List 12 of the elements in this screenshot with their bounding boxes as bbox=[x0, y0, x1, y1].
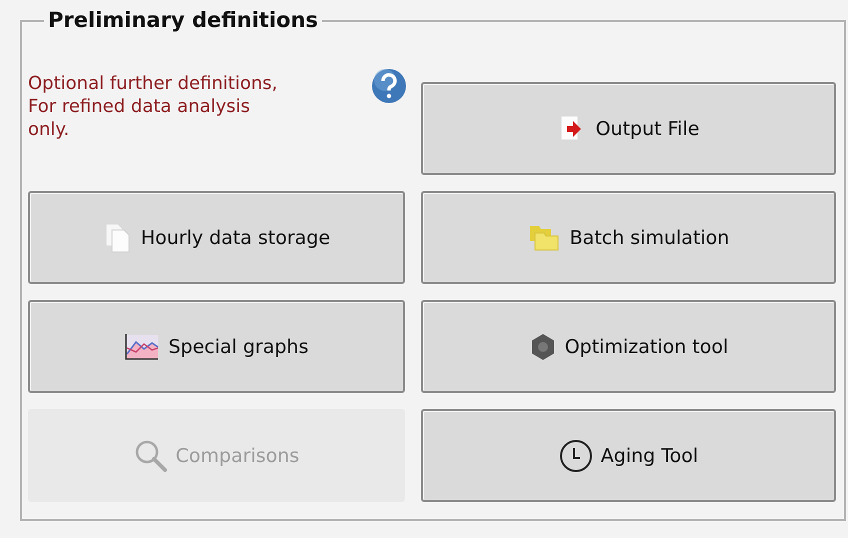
group-title: Preliminary definitions bbox=[44, 8, 322, 32]
folders-button[interactable]: Batch simulation bbox=[421, 191, 836, 284]
note-text: Optional further definitions, For refined data analysis only. bbox=[28, 72, 278, 141]
chart-button[interactable]: Special graphs bbox=[28, 300, 405, 393]
clock-button[interactable]: Aging Tool bbox=[421, 409, 836, 502]
documents-button[interactable]: Hourly data storage bbox=[28, 191, 405, 284]
help-icon[interactable] bbox=[371, 68, 407, 104]
file-arrow-button[interactable]: Output File bbox=[421, 82, 836, 175]
clock-icon bbox=[558, 438, 593, 472]
chart-icon bbox=[124, 332, 160, 362]
search-icon bbox=[134, 438, 168, 472]
gear-button[interactable]: Optimization tool bbox=[421, 300, 836, 393]
